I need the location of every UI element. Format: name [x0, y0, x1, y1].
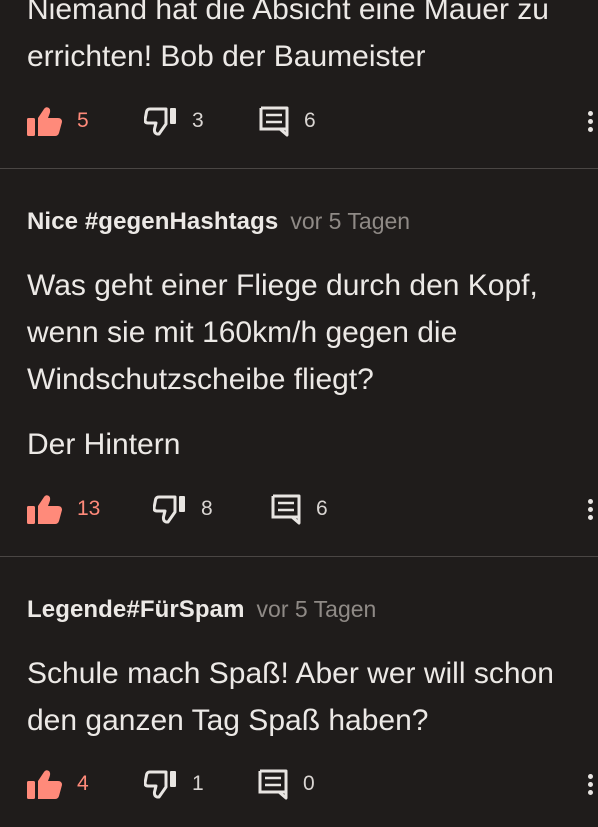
- like-button[interactable]: 4: [27, 764, 89, 804]
- more-vertical-icon[interactable]: [585, 497, 595, 523]
- timestamp: vor 5 Tagen: [256, 596, 377, 622]
- comment-actions: 13 8 6: [0, 489, 598, 529]
- divider: [0, 556, 598, 557]
- dislike-count: 3: [192, 109, 204, 132]
- thumbs-up-icon: [27, 494, 63, 524]
- reply-count: 0: [303, 772, 315, 795]
- timestamp: vor 5 Tagen: [290, 208, 411, 234]
- like-count: 13: [77, 497, 101, 520]
- reply-count: 6: [304, 109, 316, 132]
- like-count: 5: [77, 109, 89, 132]
- dislike-button[interactable]: 1: [144, 764, 204, 804]
- comment-icon: [257, 768, 289, 800]
- like-button[interactable]: 5: [27, 101, 89, 141]
- thumbs-up-icon: [27, 769, 63, 799]
- thumbs-up-icon: [27, 106, 63, 136]
- comment-header: Nice #gegenHashtags vor 5 Tagen: [27, 208, 410, 236]
- comment-text: Schule mach Spaß! Aber wer will schon de…: [27, 657, 554, 737]
- more-vertical-icon[interactable]: [585, 109, 595, 135]
- comment-text: Was geht einer Fliege durch den Kopf, we…: [27, 269, 538, 396]
- comment-actions: 4 1 0: [0, 764, 598, 804]
- like-count: 4: [77, 772, 89, 795]
- thumbs-down-icon: [144, 106, 178, 136]
- comment-icon: [270, 493, 302, 525]
- like-button[interactable]: 13: [27, 489, 100, 529]
- dislike-count: 1: [192, 772, 204, 795]
- author-name[interactable]: Legende#FürSpam: [27, 596, 245, 624]
- reply-button[interactable]: 6: [258, 101, 316, 141]
- divider: [0, 168, 598, 169]
- reply-count: 6: [316, 497, 328, 520]
- reply-button[interactable]: 6: [270, 489, 328, 529]
- dislike-button[interactable]: 3: [144, 101, 204, 141]
- comment-text: Niemand hat die Absicht eine Mauer zu er…: [27, 0, 549, 73]
- comment-header: Legende#FürSpam vor 5 Tagen: [27, 596, 376, 624]
- comment-text: Der Hintern: [27, 428, 181, 461]
- reply-button[interactable]: 0: [257, 764, 315, 804]
- thumbs-down-icon: [144, 769, 178, 799]
- thumbs-down-icon: [153, 494, 187, 524]
- more-vertical-icon[interactable]: [585, 772, 595, 798]
- comment-actions: 5 3 6: [0, 101, 598, 141]
- author-name[interactable]: Nice #gegenHashtags: [27, 208, 278, 236]
- dislike-button[interactable]: 8: [153, 489, 213, 529]
- dislike-count: 8: [201, 497, 213, 520]
- comment-icon: [258, 105, 290, 137]
